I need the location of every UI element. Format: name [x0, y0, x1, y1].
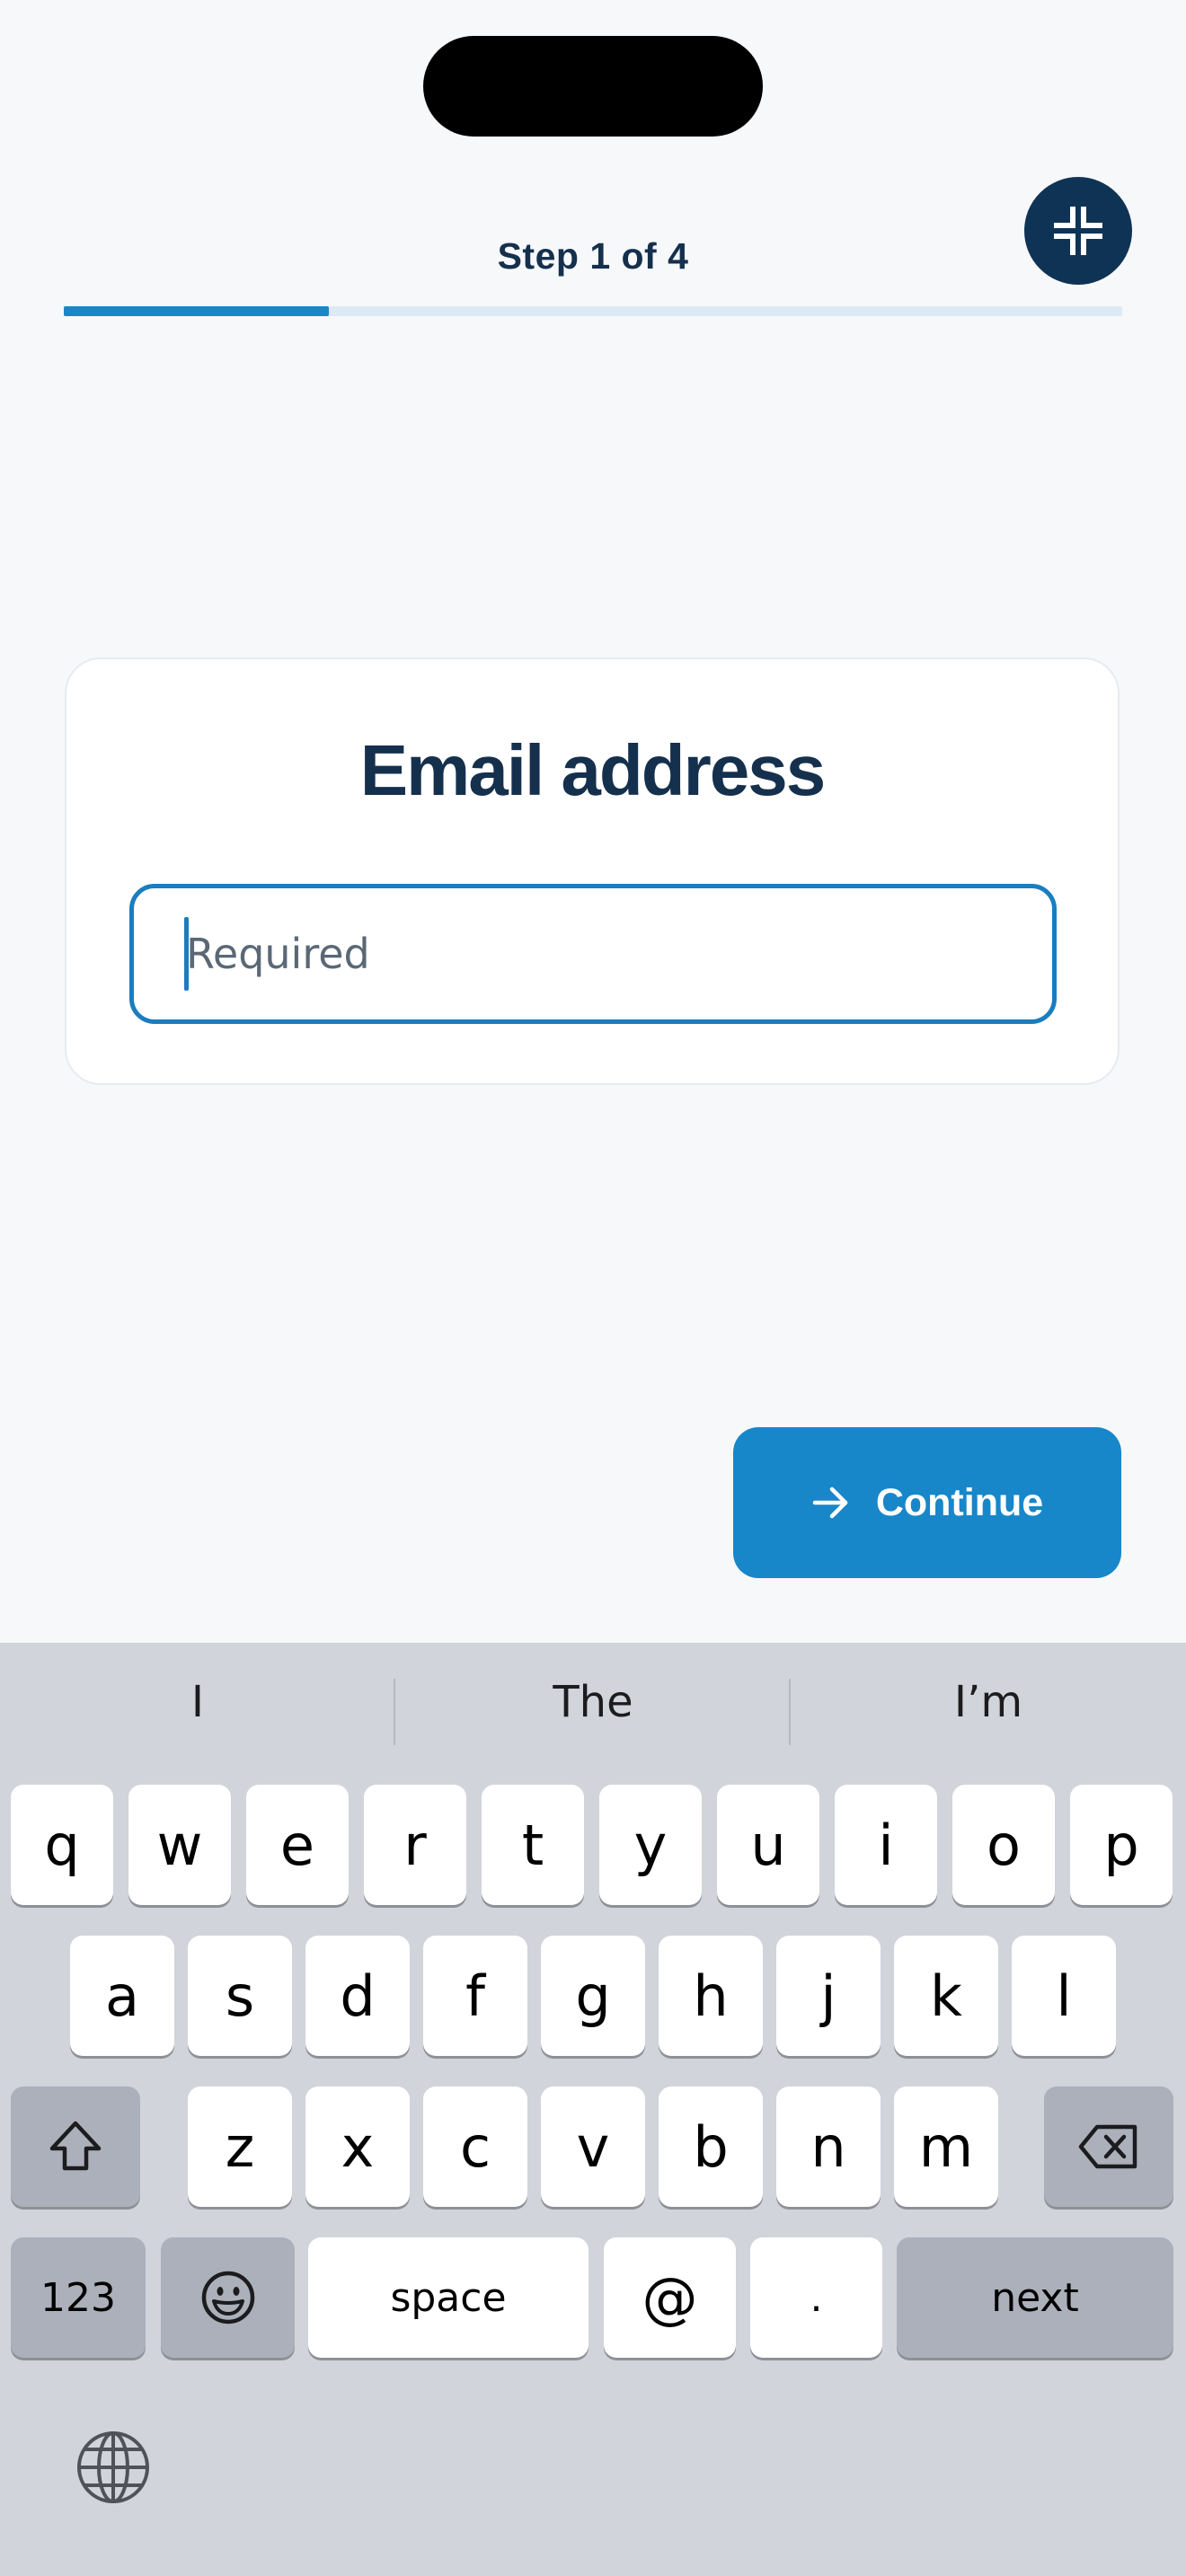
key-t[interactable]: t — [482, 1785, 584, 1905]
collapse-button[interactable] — [1024, 177, 1132, 285]
key-q[interactable]: q — [11, 1785, 113, 1905]
continue-label: Continue — [875, 1480, 1044, 1524]
key-k[interactable]: k — [894, 1936, 998, 2056]
delete-key[interactable] — [1044, 2086, 1173, 2207]
key-v[interactable]: v — [541, 2086, 645, 2207]
step-indicator: Step 1 of 4 — [497, 235, 689, 277]
progress-bar-fill — [64, 306, 329, 316]
space-key[interactable]: space — [308, 2237, 589, 2358]
delete-icon — [1078, 2124, 1137, 2169]
numbers-key[interactable]: 123 — [11, 2237, 146, 2358]
suggestion-item[interactable]: I — [0, 1677, 395, 1727]
key-f[interactable]: f — [423, 1936, 527, 2056]
key-r[interactable]: r — [364, 1785, 466, 1905]
shift-icon — [49, 2121, 102, 2171]
key-l[interactable]: l — [1012, 1936, 1116, 2056]
key-c[interactable]: c — [423, 2086, 527, 2207]
suggestion-bar: I The I’m — [0, 1643, 1186, 1781]
key-x[interactable]: x — [305, 2086, 410, 2207]
key-o[interactable]: o — [952, 1785, 1055, 1905]
suggestion-item[interactable]: I’m — [791, 1677, 1186, 1727]
key-u[interactable]: u — [717, 1785, 819, 1905]
emoji-key[interactable] — [161, 2237, 295, 2358]
key-a[interactable]: a — [70, 1936, 174, 2056]
suggestion-item[interactable]: The — [395, 1677, 791, 1727]
key-g[interactable]: g — [541, 1936, 645, 2056]
key-b[interactable]: b — [659, 2086, 763, 2207]
text-caret — [184, 917, 189, 991]
email-input[interactable] — [129, 884, 1057, 1024]
emoji-icon — [201, 2271, 254, 2325]
globe-icon — [77, 2431, 149, 2503]
key-w[interactable]: w — [128, 1785, 231, 1905]
key-s[interactable]: s — [188, 1936, 292, 2056]
keyboard: I The I’m q w e r t y u i o p a s d f g … — [0, 1643, 1186, 2576]
key-h[interactable]: h — [659, 1936, 763, 2056]
key-j[interactable]: j — [776, 1936, 881, 2056]
key-n[interactable]: n — [776, 2086, 881, 2207]
key-d[interactable]: d — [305, 1936, 410, 2056]
email-card: Email address — [65, 657, 1120, 1085]
globe-button[interactable] — [75, 2430, 151, 2505]
next-key[interactable]: next — [897, 2237, 1173, 2358]
dot-key[interactable]: . — [750, 2237, 882, 2358]
key-m[interactable]: m — [894, 2086, 998, 2207]
email-title: Email address — [359, 730, 827, 810]
dynamic-island — [423, 36, 763, 137]
at-key[interactable]: @ — [604, 2237, 736, 2358]
continue-button[interactable]: Continue — [733, 1427, 1121, 1578]
key-y[interactable]: y — [599, 1785, 702, 1905]
collapse-arrows-icon — [1054, 207, 1102, 255]
key-e[interactable]: e — [246, 1785, 349, 1905]
arrow-right-icon — [812, 1486, 848, 1519]
key-p[interactable]: p — [1070, 1785, 1173, 1905]
key-i[interactable]: i — [835, 1785, 937, 1905]
shift-key[interactable] — [11, 2086, 140, 2207]
key-z[interactable]: z — [188, 2086, 292, 2207]
progress-bar — [64, 306, 1122, 316]
